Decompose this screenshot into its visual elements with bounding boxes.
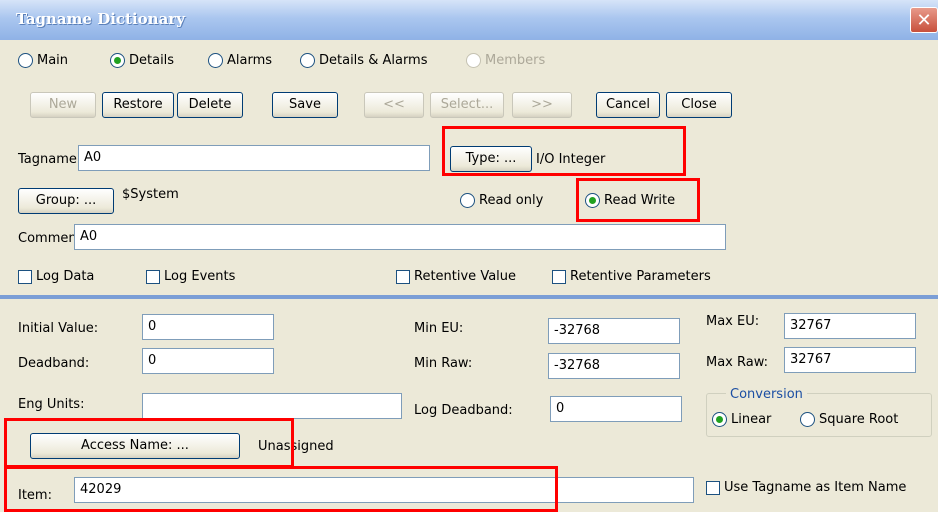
read-only-label: Read only xyxy=(479,193,544,208)
checkbox-icon xyxy=(552,269,566,284)
max-raw-field[interactable]: 32767 xyxy=(784,347,916,373)
use-tagname-label: Use Tagname as Item Name xyxy=(724,480,907,495)
checkbox-icon xyxy=(18,269,32,284)
tab-details-alarms-label: Details & Alarms xyxy=(319,53,428,68)
eng-units-label: Eng Units: xyxy=(18,397,85,412)
tab-members-label: Members xyxy=(485,53,546,68)
highlight-box-read-write xyxy=(576,178,700,222)
checkbox-icon xyxy=(706,480,720,495)
retentive-parameters-label: Retentive Parameters xyxy=(570,269,711,284)
retentive-value-checkbox[interactable]: Retentive Value xyxy=(396,269,516,284)
tab-main-label: Main xyxy=(37,53,69,68)
max-raw-label: Max Raw: xyxy=(706,355,769,370)
use-tagname-checkbox[interactable]: Use Tagname as Item Name xyxy=(706,480,906,495)
log-deadband-field[interactable]: 0 xyxy=(550,396,682,422)
radio-icon xyxy=(208,53,223,68)
conversion-label: Conversion xyxy=(726,387,807,402)
close-button[interactable]: Close xyxy=(666,92,732,118)
linear-option[interactable]: Linear xyxy=(712,412,771,427)
eng-units-field[interactable] xyxy=(142,393,402,419)
window-title: Tagname Dictionary xyxy=(16,10,185,28)
highlight-box-access-name xyxy=(4,418,294,468)
highlight-box-item xyxy=(4,466,558,512)
max-eu-field[interactable]: 32767 xyxy=(784,313,916,339)
radio-icon xyxy=(300,53,315,68)
linear-label: Linear xyxy=(731,412,772,427)
radio-disabled-icon xyxy=(466,53,481,68)
radio-icon xyxy=(18,53,33,68)
retentive-value-label: Retentive Value xyxy=(414,269,517,284)
tagname-field[interactable]: A0 xyxy=(78,145,430,171)
delete-button[interactable]: Delete xyxy=(177,92,243,118)
initial-value-label: Initial Value: xyxy=(18,321,99,336)
square-root-label: Square Root xyxy=(819,412,899,427)
previous-button: << xyxy=(364,92,424,118)
close-icon: ✕ xyxy=(916,10,932,31)
new-button: New xyxy=(30,92,96,118)
tab-alarms-label: Alarms xyxy=(227,53,273,68)
deadband-label: Deadband: xyxy=(18,356,90,371)
close-window-button[interactable]: ✕ xyxy=(910,7,938,33)
max-eu-label: Max EU: xyxy=(706,314,760,329)
checkbox-icon xyxy=(146,269,160,284)
tab-alarms[interactable]: Alarms xyxy=(208,53,272,68)
radio-icon xyxy=(800,412,815,427)
tab-members: Members xyxy=(466,53,545,68)
comment-field[interactable]: A0 xyxy=(74,224,726,250)
retentive-parameters-checkbox[interactable]: Retentive Parameters xyxy=(552,269,711,284)
checkbox-icon xyxy=(396,269,410,284)
save-button[interactable]: Save xyxy=(272,92,338,118)
next-button: >> xyxy=(512,92,572,118)
restore-button[interactable]: Restore xyxy=(102,92,174,118)
square-root-option[interactable]: Square Root xyxy=(800,412,898,427)
deadband-field[interactable]: 0 xyxy=(142,348,274,374)
select-button: Select... xyxy=(430,92,504,118)
initial-value-field[interactable]: 0 xyxy=(142,314,274,340)
radio-selected-icon xyxy=(110,53,125,68)
log-data-label: Log Data xyxy=(36,269,95,284)
tab-details[interactable]: Details xyxy=(110,53,174,68)
tab-details-alarms[interactable]: Details & Alarms xyxy=(300,53,428,68)
log-deadband-label: Log Deadband: xyxy=(414,403,513,418)
radio-selected-icon xyxy=(712,412,727,427)
min-eu-label: Min EU: xyxy=(414,321,464,336)
group-value: $System xyxy=(122,187,179,202)
log-events-checkbox[interactable]: Log Events xyxy=(146,269,235,284)
radio-icon xyxy=(460,193,475,208)
min-raw-label: Min Raw: xyxy=(414,356,473,371)
log-events-label: Log Events xyxy=(164,269,236,284)
tagname-label: Tagname: xyxy=(18,152,82,167)
read-only-option[interactable]: Read only xyxy=(460,193,543,208)
min-eu-field[interactable]: -32768 xyxy=(548,318,680,344)
group-button[interactable]: Group: ... xyxy=(18,188,114,214)
cancel-button[interactable]: Cancel xyxy=(596,92,660,118)
highlight-box-type xyxy=(442,126,686,176)
tab-main[interactable]: Main xyxy=(18,53,68,68)
log-data-checkbox[interactable]: Log Data xyxy=(18,269,94,284)
min-raw-field[interactable]: -32768 xyxy=(548,353,680,379)
tab-details-label: Details xyxy=(129,53,175,68)
section-divider xyxy=(0,295,938,299)
